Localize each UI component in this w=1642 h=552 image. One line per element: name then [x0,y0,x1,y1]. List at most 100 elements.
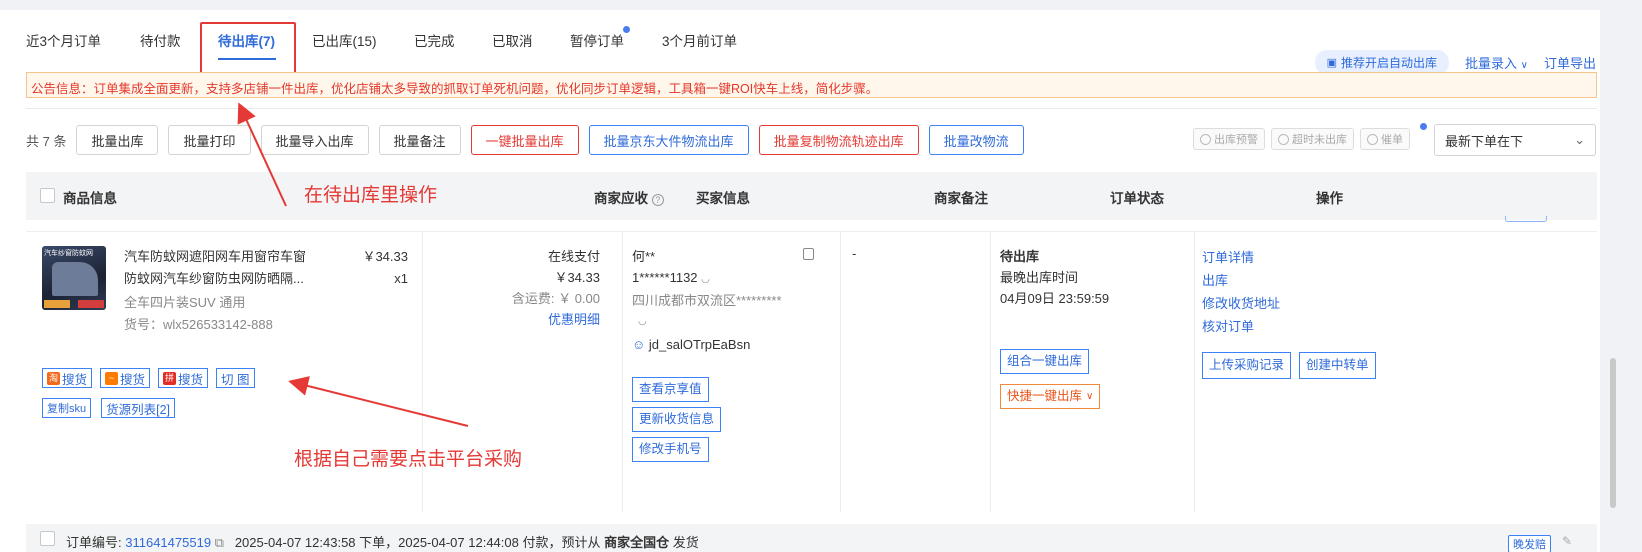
taobao-search-button[interactable]: 淘搜货 [42,368,93,388]
create-transfer-button[interactable]: 创建中转单 [1299,352,1376,379]
pinduoduo-icon: 拼 [163,371,177,385]
clock-icon [1278,133,1289,145]
batch-print-button[interactable]: 批量打印 [168,125,251,155]
product-spec: 全车四片装SUV 通用 [124,295,246,310]
batch-remark-button[interactable]: 批量备注 [378,125,461,155]
batch-toolbar: 共 7 条 批量出库 批量打印 批量导入出库 批量备注 一键批量出库 批量京东大… [26,124,1034,156]
auto-ship-label: 推荐开启自动出库 [1341,55,1438,70]
ops-buttons: 上传采购记录 创建中转单 [1202,352,1376,379]
product-price-block: ￥34.33 x1 [340,246,408,290]
product-quantity: x1 [394,271,408,286]
export-orders-link[interactable]: 订单导出 [1544,53,1596,72]
product-name[interactable]: 汽车防蚊网遮阳网车用窗帘车窗 防蚊网汽车纱窗防虫网防晒隔... [124,246,324,290]
edit-address-link[interactable]: 修改收货地址 [1202,292,1376,315]
ship-link[interactable]: 出库 [1202,269,1376,292]
upload-purchase-button[interactable]: 上传采购记录 [1202,352,1292,379]
payment-info: 在线支付 ￥34.33 含运费: ￥ 0.00 优惠明细 [460,246,600,330]
annotation-top-text: 在待出库里操作 [304,185,438,206]
copy-sku-button[interactable]: 复制sku [42,398,92,418]
urge-button[interactable]: 催单 [1360,128,1410,150]
scrollbar-thumb[interactable] [1610,358,1616,508]
copy-icon[interactable]: ⧉ [215,535,224,550]
jd-bulky-ship-button[interactable]: 批量京东大件物流出库 [588,125,749,155]
header-status: 订单状态 [1110,191,1164,206]
product-sku-number: 货号：wlx526533142-888 [124,317,273,332]
sort-select[interactable]: 最新下单在下 ⌄ [1434,124,1596,156]
product-price: ￥34.33 [362,249,408,264]
annotation-bottom-text: 根据自己需要点击平台采购 [294,449,523,470]
copy-tracking-ship-button[interactable]: 批量复制物流轨迹出库 [758,125,919,155]
overdue-button[interactable]: 超时未出库 [1271,128,1354,150]
batch-entry-label: 批量录入 [1465,55,1518,71]
chat-icon[interactable]: ☺ [632,337,645,352]
merchant-remark: - [852,246,857,261]
notice-banner: 公告信息：订单集成全面更新，支持多店铺一件出库，优化店铺太多导致的抓取订单死机问… [26,72,1597,98]
buyer-id-row: ☺ jd_salOTrpEaBsn [632,334,812,355]
search-label: 搜货 [178,372,204,387]
one-click-batch-ship-button[interactable]: 一键批量出库 [470,125,579,155]
quick-ship-dropdown[interactable]: 快捷一键出库 ∨ [1000,384,1101,409]
select-all-checkbox[interactable] [40,188,55,203]
tab-paused[interactable]: 暂停订单 [570,30,624,50]
discount-detail-link[interactable]: 优惠明细 [460,309,600,330]
thumbnail-caption: 汽车纱窗防蚊网 [44,250,93,257]
product-meta: 全车四片装SUV 通用 货号：wlx526533142-888 [124,292,273,336]
order-count: 共 7 条 [26,133,67,149]
tab-shipped[interactable]: 已出库(15) [312,30,377,50]
pinduoduo-search-button[interactable]: 拼搜货 [158,368,209,388]
copy-icon[interactable] [803,248,814,260]
column-divider [1194,232,1195,512]
source-list-button[interactable]: 货源列表[2] [101,398,176,418]
order-checkbox[interactable] [40,531,55,546]
tab-cancelled[interactable]: 已取消 [492,30,533,50]
urge-notification-dot [1420,123,1427,130]
buyer-id: jd_salOTrpEaBsn [648,337,751,352]
previous-row-button-edge [1505,216,1547,222]
next-order-header: 订单编号: 311641475519 ⧉ 2025-04-07 12:43:58… [26,524,1597,552]
crop-image-button[interactable]: 切 图 [216,368,255,388]
batch-import-ship-button[interactable]: 批量导入出库 [260,125,369,155]
table-header: 商品信息 商家应收 ? 买家信息 商家备注 订单状态 操作 [26,172,1597,220]
eye-icon[interactable]: ◡ [701,274,710,285]
taobao-icon: 淘 [47,371,60,385]
alibaba-search-button[interactable]: ~ 搜货 [100,368,151,388]
product-thumbnail[interactable]: 汽车纱窗防蚊网 [42,246,106,310]
column-divider [840,232,841,512]
verify-order-link[interactable]: 核对订单 [1202,315,1376,338]
combo-ship-button[interactable]: 组合一键出库 [1000,349,1090,374]
tab-pending-payment[interactable]: 待付款 [140,30,181,50]
column-divider [622,232,623,512]
previous-row-edge [26,220,1597,232]
chevron-down-icon: ∨ [1086,391,1094,402]
thumbnail-window-graphic [52,262,98,296]
tab-notification-dot [623,26,630,33]
order-number-link[interactable]: 311641475519 [125,535,211,550]
right-gutter [1600,0,1642,552]
auto-ship-button[interactable]: ▣ 推荐开启自动出库 [1314,49,1450,75]
batch-entry-dropdown[interactable]: 批量录入 ∨ [1465,53,1528,72]
tab-older-orders[interactable]: 3个月前订单 [662,30,737,50]
product-name-line: 防蚊网汽车纱窗防虫网防晒隔... [124,271,304,286]
tab-recent-3-months[interactable]: 近3个月订单 [26,30,101,50]
buyer-address: 四川成都市双流区********* [632,293,782,308]
update-address-button[interactable]: 更新收货信息 [632,407,722,432]
ship-alert-button[interactable]: 出库预警 [1193,128,1265,150]
help-icon[interactable]: ? [651,194,664,206]
view-jd-score-button[interactable]: 查看京享值 [632,377,709,402]
header-ops: 操作 [1316,191,1343,206]
tab-completed[interactable]: 已完成 [414,30,455,50]
order-operations: 订单详情 出库 修改收货地址 核对订单 上传采购记录 创建中转单 [1202,246,1376,379]
status-deadline: 04月09日 23:59:59 [1000,291,1110,306]
edit-icon[interactable]: ✎ [1562,534,1572,548]
top-actions: ▣ 推荐开启自动出库 批量录入 ∨ 订单导出 [1314,49,1596,75]
batch-change-logistics-button[interactable]: 批量改物流 [928,125,1024,155]
header-product: 商品信息 [63,191,117,206]
payment-method: 在线支付 [547,249,600,264]
thumbnail-tag [78,300,104,308]
order-detail-link[interactable]: 订单详情 [1202,246,1376,269]
batch-ship-button[interactable]: 批量出库 [76,125,159,155]
bell-icon [1367,133,1378,145]
eye-icon[interactable]: ◡ [632,311,812,332]
edit-phone-button[interactable]: 修改手机号 [632,437,709,462]
order-status: 待出库 最晚出库时间 04月09日 23:59:59 组合一键出库 快捷一键出库… [1000,246,1109,409]
